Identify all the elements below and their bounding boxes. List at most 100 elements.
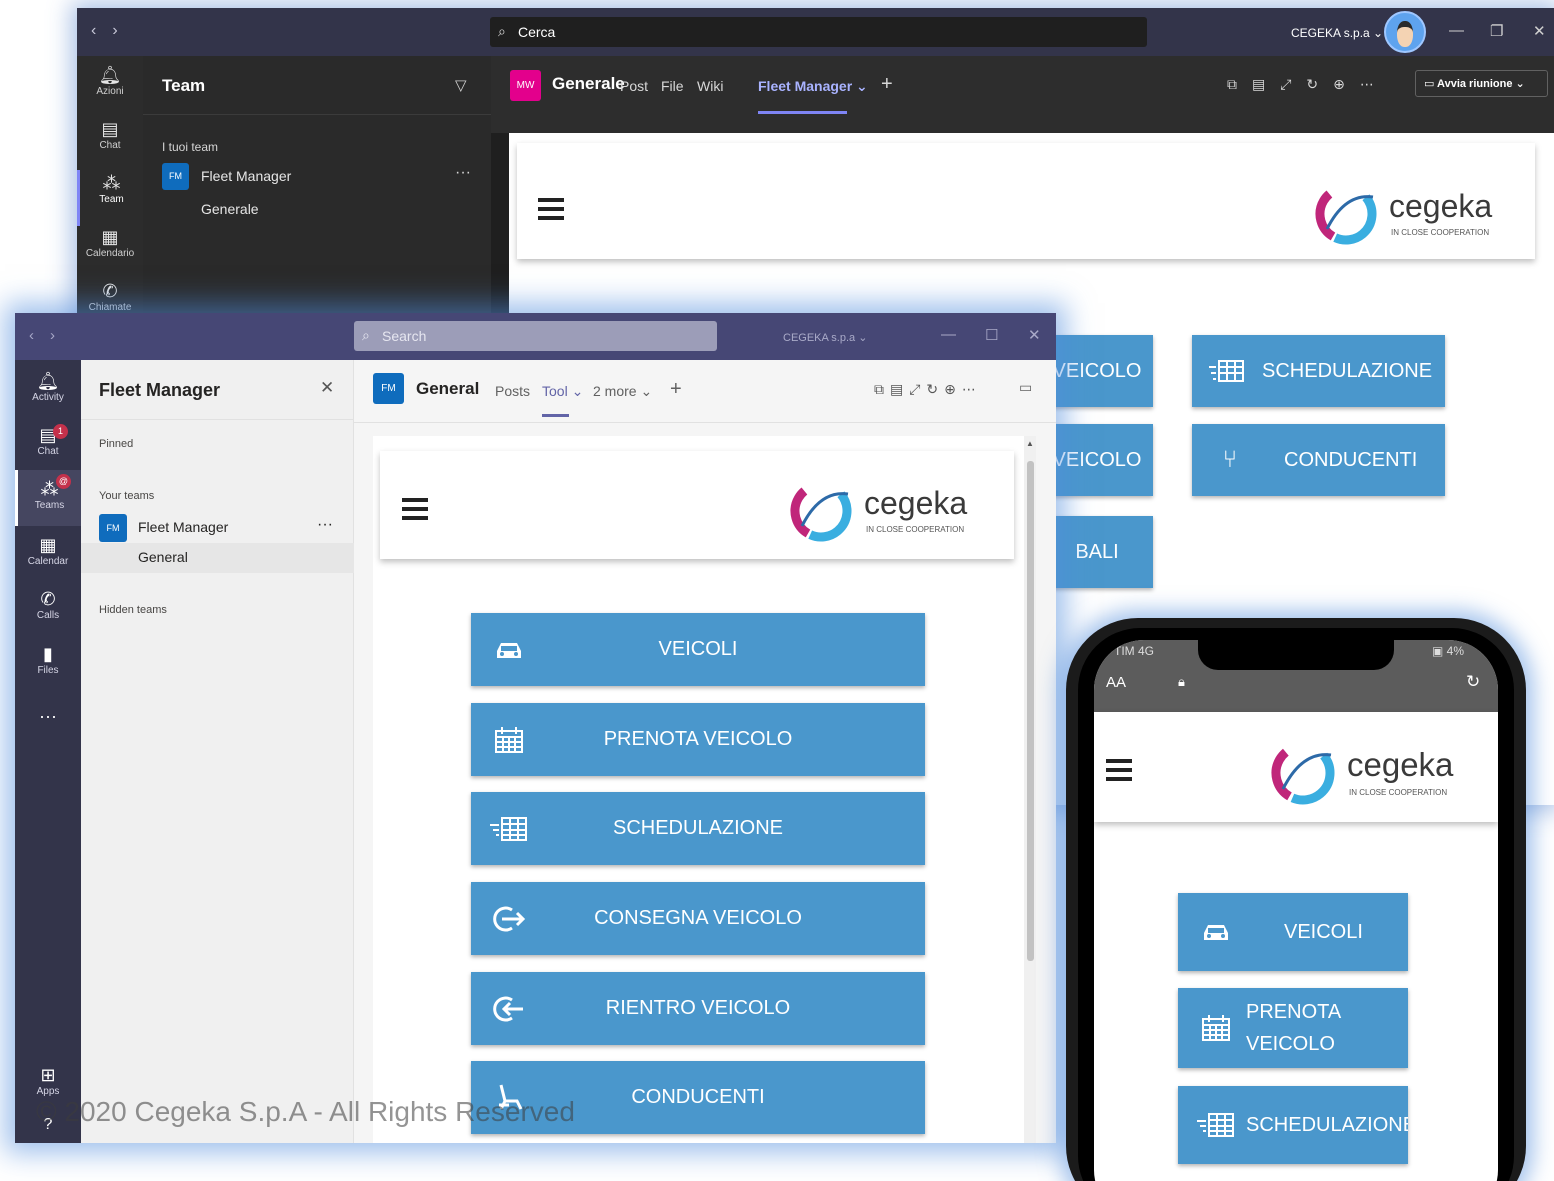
app-button[interactable]: VEICOLO (1041, 335, 1153, 407)
org-switcher[interactable]: CEGEKA s.p.a ⌄ (783, 331, 867, 344)
scroll-thumb[interactable] (1027, 461, 1034, 961)
exit-arrow-icon (471, 904, 547, 934)
calendar-grid-icon (1178, 1014, 1254, 1042)
section-label: Pinned (99, 438, 134, 450)
panel-title: Fleet Manager (99, 380, 221, 400)
channel-header: MW Generale Post File Wiki Fleet Manager… (491, 56, 1554, 133)
active-tab-indicator (758, 111, 847, 114)
phone-screen: TIM 4G ▣ 4% AA 🔒︎ ↻ cegeka IN CLOSE COOP… (1094, 640, 1498, 1181)
rail-item-chat[interactable]: ▤ Chat 1 (15, 424, 81, 457)
phone-icon: ✆ (102, 281, 118, 301)
hamburger-icon[interactable] (1106, 759, 1132, 781)
more-options-icon[interactable]: ··· (455, 164, 471, 182)
forward-arrow-icon[interactable]: › (112, 22, 117, 39)
tab-actions[interactable]: ⧉▤⤢↻⊕⋯ (874, 381, 982, 398)
app-button[interactable]: VEICOLO (1041, 424, 1153, 496)
rail-item-chiamate[interactable]: ✆ Chiamate (77, 280, 143, 313)
add-tab-icon[interactable]: + (881, 73, 893, 96)
team-name[interactable]: Fleet Manager (138, 519, 228, 535)
section-label: Hidden teams (99, 604, 167, 616)
carrier-label: TIM 4G (1114, 644, 1155, 658)
back-arrow-icon[interactable]: ‹ (91, 22, 96, 39)
reader-toggle[interactable]: AA (1106, 674, 1126, 691)
hamburger-icon[interactable] (538, 198, 564, 220)
divider (81, 419, 353, 420)
rientro-veicolo-button[interactable]: RIENTRO VEICOLO (471, 972, 925, 1045)
rail-item-apps[interactable]: ⊞ Apps (15, 1064, 81, 1097)
tab-posts[interactable]: Posts (495, 383, 530, 399)
rail-item-calendario[interactable]: ▦ Calendario (77, 226, 143, 259)
hamburger-icon[interactable] (402, 498, 428, 520)
forward-arrow-icon[interactable]: › (50, 327, 55, 344)
team-avatar: FM (373, 373, 404, 404)
history-nav: ‹ › (29, 327, 71, 344)
veicoli-button[interactable]: VEICOLI (471, 613, 925, 686)
meet-icon[interactable]: ▭ (1019, 379, 1032, 396)
minimize-icon[interactable]: — (1449, 22, 1464, 39)
app-header: cegeka IN CLOSE COOPERATION (517, 143, 1535, 259)
search-placeholder: Search (382, 328, 427, 344)
app-button[interactable]: BALI (1041, 516, 1153, 588)
channel-item[interactable]: General (81, 543, 354, 573)
maximize-icon[interactable]: ☐ (985, 326, 998, 344)
rail-item-calls[interactable]: ✆ Calls (15, 588, 81, 621)
app-rail: 🔔︎ Activity ▤ Chat 1 ⁂ Teams @ ▦ Calendar ✆ C… (15, 360, 81, 1143)
scrollbar[interactable]: ▲ (1024, 436, 1036, 1143)
car-icon (471, 639, 547, 661)
rail-item-calendar[interactable]: ▦ Calendar (15, 534, 81, 567)
more-apps-icon[interactable]: ··· (15, 706, 81, 727)
tab-post[interactable]: Post (620, 78, 648, 94)
close-icon[interactable]: ✕ (320, 378, 334, 398)
app-button[interactable]: ⑂ CONDUCENTI (1192, 424, 1445, 496)
cegeka-logo: cegeka IN CLOSE COOPERATION (1270, 740, 1470, 806)
battery-label: ▣ 4% (1432, 644, 1465, 658)
svg-text:cegeka: cegeka (1389, 188, 1492, 224)
prenota-veicolo-button[interactable]: PRENOTA VEICOLO (471, 703, 925, 776)
back-arrow-icon[interactable]: ‹ (29, 327, 34, 344)
scroll-up-icon[interactable]: ▲ (1026, 439, 1034, 448)
close-icon[interactable]: ✕ (1533, 22, 1546, 40)
minimize-icon[interactable]: — (941, 326, 956, 343)
add-tab-icon[interactable]: + (670, 378, 682, 401)
more-options-icon[interactable]: ··· (317, 516, 333, 534)
copyright-footer: © 2020 Cegeka S.p.A - All Rights Reserve… (36, 1096, 575, 1127)
filter-icon[interactable]: ▽ (455, 76, 467, 94)
calendar-icon: ▦ (101, 227, 119, 247)
search-input[interactable]: ⌕ Cerca (490, 17, 1147, 47)
tab-wiki[interactable]: Wiki (697, 78, 723, 94)
reload-icon[interactable]: ↻ (1466, 672, 1480, 692)
tab-actions[interactable]: ⧉▤⤢↻⊕⋯ (1227, 76, 1389, 93)
search-input[interactable]: ⌕ Search (354, 321, 717, 351)
avatar[interactable] (1384, 11, 1426, 53)
meet-button[interactable]: ▭ Avvia riunione ⌄ (1415, 70, 1548, 97)
prenota-veicolo-button[interactable]: PRENOTA VEICOLO (1178, 988, 1408, 1068)
tab-more[interactable]: 2 more ⌄ (593, 383, 652, 400)
app-header: cegeka IN CLOSE COOPERATION (1094, 712, 1498, 822)
tab-file[interactable]: File (661, 78, 684, 94)
rail-item-teams[interactable]: ⁂ Teams @ (15, 470, 81, 526)
restore-icon[interactable]: ❐ (1490, 22, 1503, 40)
consegna-veicolo-button[interactable]: CONSEGNA VEICOLO (471, 882, 925, 955)
rail-item-activity[interactable]: 🔔︎ Activity (15, 370, 81, 403)
team-avatar: FM (162, 163, 189, 190)
rail-item-chat[interactable]: ▤ Chat (77, 118, 143, 151)
rail-item-azioni[interactable]: 🔔︎ Azioni (77, 64, 143, 97)
title-bar: ‹ › ⌕ Cerca CEGEKA s.p.a ⌄ — ❐ ✕ (77, 8, 1554, 56)
rail-item-team[interactable]: ⁂ Team (77, 170, 143, 226)
channel-title: Generale (552, 74, 625, 93)
org-switcher[interactable]: CEGEKA s.p.a ⌄ (1291, 26, 1383, 40)
team-name[interactable]: Fleet Manager (201, 168, 291, 184)
mention-badge: @ (56, 474, 71, 489)
channel-item[interactable]: Generale (201, 201, 259, 217)
app-button[interactable]: SCHEDULAZIONE (1192, 335, 1445, 407)
svg-text:cegeka: cegeka (864, 485, 967, 521)
close-icon[interactable]: ✕ (1028, 326, 1041, 344)
veicoli-button[interactable]: VEICOLI (1178, 893, 1408, 971)
phone-mockup: TIM 4G ▣ 4% AA 🔒︎ ↻ cegeka IN CLOSE COOP… (1066, 618, 1526, 1181)
tab-fleet-manager[interactable]: Fleet Manager ⌄ (758, 78, 868, 95)
schedulazione-button[interactable]: SCHEDULAZIONE (1178, 1086, 1408, 1164)
tab-tool[interactable]: Tool ⌄ (542, 383, 583, 400)
rail-item-files[interactable]: ▮ Files (15, 643, 81, 676)
schedulazione-button[interactable]: SCHEDULAZIONE (471, 792, 925, 865)
bell-icon: 🔔︎ (98, 65, 122, 85)
